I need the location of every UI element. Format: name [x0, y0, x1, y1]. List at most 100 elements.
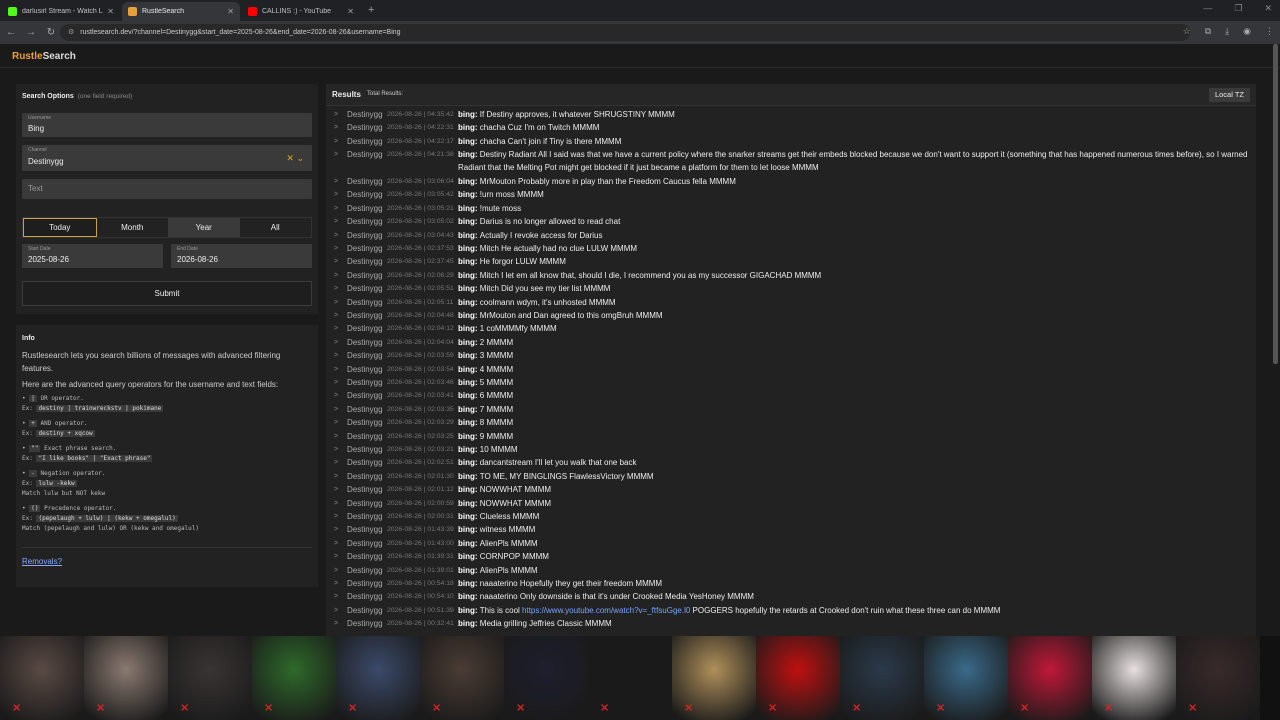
- expand-icon[interactable]: >: [334, 336, 338, 349]
- message-timestamp[interactable]: 2026-08-26 | 02:02:51: [387, 456, 454, 469]
- message-timestamp[interactable]: 2026-08-26 | 02:03:46: [387, 376, 454, 389]
- tab-close-icon[interactable]: ✕: [227, 7, 234, 16]
- message-timestamp[interactable]: 2026-08-26 | 02:04:48: [387, 309, 454, 322]
- range-year-button[interactable]: Year: [168, 218, 240, 237]
- message-channel[interactable]: Destinygg: [347, 403, 383, 416]
- expand-icon[interactable]: >: [334, 456, 338, 469]
- message-username[interactable]: bing:: [458, 499, 480, 508]
- stream-thumbnail[interactable]: ⨯: [1008, 636, 1092, 720]
- expand-icon[interactable]: >: [334, 497, 338, 510]
- message-username[interactable]: bing:: [458, 271, 480, 280]
- tab-kick[interactable]: darlusirl Stream - Watch Live o ✕: [2, 2, 120, 21]
- message-channel[interactable]: Destinygg: [347, 255, 383, 268]
- message-username[interactable]: bing:: [458, 110, 480, 119]
- bookmark-star-icon[interactable]: ☆: [1183, 26, 1191, 37]
- message-username[interactable]: bing:: [458, 445, 480, 454]
- expand-icon[interactable]: >: [334, 523, 338, 536]
- profile-icon[interactable]: ◉: [1243, 26, 1251, 37]
- expand-icon[interactable]: >: [334, 617, 338, 630]
- clear-icon[interactable]: ✕: [286, 153, 294, 163]
- message-channel[interactable]: Destinygg: [347, 537, 383, 550]
- expand-icon[interactable]: >: [334, 510, 338, 523]
- range-all-button[interactable]: All: [240, 218, 312, 237]
- message-username[interactable]: bing:: [458, 606, 480, 615]
- stream-thumbnail[interactable]: ⨯: [252, 636, 336, 720]
- message-timestamp[interactable]: 2026-08-26 | 02:04:04: [387, 336, 454, 349]
- extensions-icon[interactable]: ⧉: [1205, 26, 1211, 37]
- expand-icon[interactable]: >: [334, 537, 338, 550]
- message-timestamp[interactable]: 2026-08-26 | 00:54:18: [387, 577, 454, 590]
- expand-icon[interactable]: >: [334, 577, 338, 590]
- expand-icon[interactable]: >: [334, 121, 338, 134]
- channel-select[interactable]: Channel Destinygg ✕ ⌄: [22, 145, 312, 171]
- stream-thumbnail[interactable]: ⨯: [1092, 636, 1176, 720]
- message-username[interactable]: bing:: [458, 231, 480, 240]
- submit-button[interactable]: Submit: [22, 281, 312, 306]
- message-channel[interactable]: Destinygg: [347, 108, 383, 121]
- stream-thumbnail[interactable]: ⨯: [420, 636, 504, 720]
- message-timestamp[interactable]: 2026-08-26 | 02:01:12: [387, 483, 454, 496]
- expand-icon[interactable]: >: [334, 564, 338, 577]
- message-channel[interactable]: Destinygg: [347, 363, 383, 376]
- message-timestamp[interactable]: 2026-08-26 | 02:00:31: [387, 510, 454, 523]
- expand-icon[interactable]: >: [334, 215, 338, 228]
- message-channel[interactable]: Destinygg: [347, 202, 383, 215]
- expand-icon[interactable]: >: [334, 483, 338, 496]
- message-username[interactable]: bing:: [458, 485, 480, 494]
- message-timestamp[interactable]: 2026-08-26 | 02:00:59: [387, 497, 454, 510]
- message-username[interactable]: bing:: [458, 204, 480, 213]
- message-username[interactable]: bing:: [458, 539, 480, 548]
- tab-youtube[interactable]: CALLINS :) - YouTube ✕: [242, 2, 360, 21]
- message-channel[interactable]: Destinygg: [347, 242, 383, 255]
- message-channel[interactable]: Destinygg: [347, 577, 383, 590]
- back-icon[interactable]: ←: [2, 27, 20, 38]
- message-timestamp[interactable]: 2026-08-26 | 02:03:25: [387, 430, 454, 443]
- message-timestamp[interactable]: 2026-08-26 | 03:06:04: [387, 175, 454, 188]
- message-timestamp[interactable]: 2026-08-26 | 00:54:10: [387, 590, 454, 603]
- maximize-icon[interactable]: ❐: [1234, 3, 1242, 14]
- new-tab-button[interactable]: +: [368, 2, 374, 21]
- message-username[interactable]: bing:: [458, 150, 480, 159]
- removals-link[interactable]: Removals?: [22, 557, 62, 566]
- message-username[interactable]: bing:: [458, 177, 480, 186]
- message-channel[interactable]: Destinygg: [347, 148, 383, 161]
- message-timestamp[interactable]: 2026-08-26 | 04:35:42: [387, 108, 454, 121]
- expand-icon[interactable]: >: [334, 416, 338, 429]
- message-channel[interactable]: Destinygg: [347, 510, 383, 523]
- message-channel[interactable]: Destinygg: [347, 564, 383, 577]
- stream-thumbnail[interactable]: ⨯: [336, 636, 420, 720]
- expand-icon[interactable]: >: [334, 363, 338, 376]
- message-username[interactable]: bing:: [458, 137, 480, 146]
- message-timestamp[interactable]: 2026-08-26 | 04:22:31: [387, 121, 454, 134]
- message-channel[interactable]: Destinygg: [347, 470, 383, 483]
- message-timestamp[interactable]: 2026-08-26 | 02:05:51: [387, 282, 454, 295]
- site-logo[interactable]: RustleSearch: [12, 51, 76, 62]
- stream-thumbnail[interactable]: ⨯: [756, 636, 840, 720]
- message-username[interactable]: bing:: [458, 458, 480, 467]
- message-username[interactable]: bing:: [458, 619, 480, 628]
- expand-icon[interactable]: >: [334, 242, 338, 255]
- page-scrollbar[interactable]: [1273, 44, 1278, 364]
- message-channel[interactable]: Destinygg: [347, 135, 383, 148]
- message-channel[interactable]: Destinygg: [347, 309, 383, 322]
- message-username[interactable]: bing:: [458, 405, 480, 414]
- downloads-icon[interactable]: ⤓: [1225, 26, 1229, 37]
- username-field[interactable]: Username Bing: [22, 113, 312, 137]
- expand-icon[interactable]: >: [334, 229, 338, 242]
- browser-menu-icon[interactable]: ⋮: [1265, 26, 1274, 37]
- message-timestamp[interactable]: 2026-08-26 | 02:03:41: [387, 389, 454, 402]
- url-bar[interactable]: ⚙ rustlesearch.dev/?channel=Destinygg&sta…: [60, 24, 1190, 41]
- message-username[interactable]: bing:: [458, 311, 480, 320]
- expand-icon[interactable]: >: [334, 590, 338, 603]
- message-link[interactable]: https://www.youtube.com/watch?v=_ftfsuGg…: [522, 606, 690, 615]
- message-username[interactable]: bing:: [458, 284, 480, 293]
- message-timestamp[interactable]: 2026-08-26 | 00:51:39: [387, 604, 454, 617]
- stream-thumbnail[interactable]: ⨯: [672, 636, 756, 720]
- message-username[interactable]: bing:: [458, 512, 480, 521]
- message-channel[interactable]: Destinygg: [347, 229, 383, 242]
- expand-icon[interactable]: >: [334, 389, 338, 402]
- message-timestamp[interactable]: 2026-08-26 | 02:37:45: [387, 255, 454, 268]
- message-timestamp[interactable]: 2026-08-26 | 02:03:54: [387, 363, 454, 376]
- chevron-down-icon[interactable]: ⌄: [296, 153, 304, 163]
- message-username[interactable]: bing:: [458, 418, 480, 427]
